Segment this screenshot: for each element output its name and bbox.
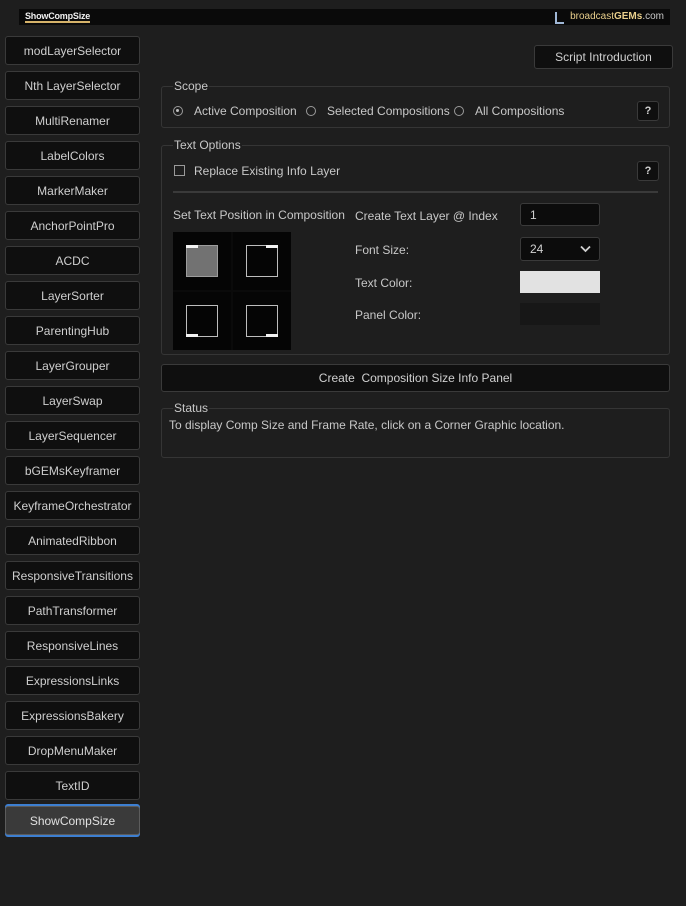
header-bar: ShowCompSize broadcastGEMs.com bbox=[19, 9, 670, 25]
corner-top-right[interactable] bbox=[233, 232, 291, 290]
sidebar-item-anchorpointpro[interactable]: AnchorPointPro bbox=[5, 211, 140, 240]
sidebar-item-multirenamer[interactable]: MultiRenamer bbox=[5, 106, 140, 135]
font-size-label: Font Size: bbox=[355, 243, 410, 257]
corner-top-left[interactable] bbox=[173, 232, 231, 290]
sidebar-item-label: AnimatedRibbon bbox=[28, 533, 117, 548]
logo-text: ShowCompSize bbox=[25, 11, 91, 21]
text-options-title: Text Options bbox=[173, 138, 242, 152]
broadcastgems-mark-icon bbox=[555, 12, 564, 24]
corner-bottom-left[interactable] bbox=[173, 292, 231, 350]
sidebar-item-label: LabelColors bbox=[40, 148, 105, 163]
sidebar-item-label: ResponsiveTransitions bbox=[12, 568, 133, 583]
text-color-label: Text Color: bbox=[355, 276, 413, 290]
status-title: Status bbox=[173, 401, 210, 415]
sidebar-item-showcompsize[interactable]: ShowCompSize bbox=[5, 806, 140, 835]
panel-color-label: Panel Color: bbox=[355, 308, 422, 322]
sidebar-item-modlayerselector[interactable]: modLayerSelector bbox=[5, 36, 140, 65]
logo-com: .com bbox=[642, 11, 664, 22]
layer-index-label: Create Text Layer @ Index bbox=[355, 209, 498, 223]
layer-index-input[interactable]: 1 bbox=[520, 203, 600, 226]
sidebar-item-parentinghub[interactable]: ParentingHub bbox=[5, 316, 140, 345]
sidebar-item-expressionsbakery[interactable]: ExpressionsBakery bbox=[5, 701, 140, 730]
status-panel: Status bbox=[161, 401, 670, 458]
sidebar-item-responsivelines[interactable]: ResponsiveLines bbox=[5, 631, 140, 660]
broadcastgems-logo: broadcastGEMs.com bbox=[570, 11, 664, 22]
text-color-swatch[interactable] bbox=[520, 271, 600, 293]
chevron-down-icon bbox=[580, 245, 591, 253]
sidebar-item-label: DropMenuMaker bbox=[27, 743, 118, 758]
sidebar-item-label: LayerGrouper bbox=[35, 358, 110, 373]
layer-index-value: 1 bbox=[530, 207, 537, 222]
sidebar-item-label: Nth LayerSelector bbox=[24, 78, 121, 93]
sidebar-item-dropmenumaker[interactable]: DropMenuMaker bbox=[5, 736, 140, 765]
sidebar-item-label: AnchorPointPro bbox=[30, 218, 115, 233]
font-size-value: 24 bbox=[530, 242, 544, 256]
radio-all-compositions-label: All Compositions bbox=[475, 104, 565, 118]
logo-gems: GEMs bbox=[613, 11, 643, 22]
sidebar-item-label: PathTransformer bbox=[27, 603, 118, 618]
sidebar-item-label: MarkerMaker bbox=[37, 183, 108, 198]
sidebar-item-responsivetransitions[interactable]: ResponsiveTransitions bbox=[5, 561, 140, 590]
sidebar-item-expressionslinks[interactable]: ExpressionsLinks bbox=[5, 666, 140, 695]
sidebar-item-label: ResponsiveLines bbox=[26, 638, 119, 653]
sidebar-item-labelcolors[interactable]: LabelColors bbox=[5, 141, 140, 170]
radio-selected-compositions-label: Selected Compositions bbox=[327, 104, 450, 118]
showcompsize-logo: ShowCompSize bbox=[25, 11, 91, 23]
sidebar-item-label: ExpressionsBakery bbox=[21, 708, 124, 723]
sidebar-item-label: MultiRenamer bbox=[35, 113, 110, 128]
sidebar-item-keyframeorchestrator[interactable]: KeyframeOrchestrator bbox=[5, 491, 140, 520]
help-icon: ? bbox=[644, 165, 652, 177]
script-introduction-label: Script Introduction bbox=[555, 50, 652, 64]
sidebar-item-label: bGEMsKeyframer bbox=[24, 463, 121, 478]
sidebar-item-label: LayerSequencer bbox=[28, 428, 117, 443]
replace-info-layer-label: Replace Existing Info Layer bbox=[194, 164, 341, 178]
script-introduction-button[interactable]: Script Introduction bbox=[534, 45, 673, 69]
panel-color-swatch[interactable] bbox=[520, 303, 600, 325]
sidebar-item-label: KeyframeOrchestrator bbox=[13, 498, 132, 513]
radio-active-composition[interactable] bbox=[173, 106, 183, 116]
sidebar-item-pathtransformer[interactable]: PathTransformer bbox=[5, 596, 140, 625]
text-position-label: Set Text Position in Composition bbox=[173, 208, 345, 222]
text-options-help-button[interactable]: ? bbox=[637, 161, 659, 181]
radio-all-compositions[interactable] bbox=[454, 106, 464, 116]
sidebar-item-animatedribbon[interactable]: AnimatedRibbon bbox=[5, 526, 140, 555]
divider bbox=[173, 191, 658, 193]
scope-title: Scope bbox=[173, 79, 210, 93]
sidebar-item-textid[interactable]: TextID bbox=[5, 771, 140, 800]
sidebar-item-label: LayerSorter bbox=[41, 288, 104, 303]
sidebar-item-label: ExpressionsLinks bbox=[25, 673, 120, 688]
sidebar-item-layergrouper[interactable]: LayerGrouper bbox=[5, 351, 140, 380]
corner-bottom-right[interactable] bbox=[233, 292, 291, 350]
sidebar-item-label: ACDC bbox=[55, 253, 90, 268]
sidebar-item-acdc[interactable]: ACDC bbox=[5, 246, 140, 275]
sidebar-item-markermaker[interactable]: MarkerMaker bbox=[5, 176, 140, 205]
logo-broadcast: broadcast bbox=[570, 11, 614, 22]
sidebar-item-label: LayerSwap bbox=[42, 393, 103, 408]
sidebar-item-label: modLayerSelector bbox=[23, 43, 122, 58]
font-size-dropdown[interactable]: 24 bbox=[520, 237, 600, 261]
create-info-panel-label: Create Composition Size Info Panel bbox=[318, 371, 513, 385]
sidebar-item-bgemskeyframer[interactable]: bGEMsKeyframer bbox=[5, 456, 140, 485]
sidebar-item-layersequencer[interactable]: LayerSequencer bbox=[5, 421, 140, 450]
create-info-panel-button[interactable]: Create Composition Size Info Panel bbox=[161, 364, 670, 392]
scope-help-button[interactable]: ? bbox=[637, 101, 659, 121]
help-icon: ? bbox=[644, 105, 652, 117]
radio-selected-compositions[interactable] bbox=[306, 106, 316, 116]
sidebar-item-layersorter[interactable]: LayerSorter bbox=[5, 281, 140, 310]
status-text: To display Comp Size and Frame Rate, cli… bbox=[169, 418, 565, 432]
replace-info-layer-checkbox[interactable] bbox=[174, 165, 185, 176]
sidebar-item-nth-layerselector[interactable]: Nth LayerSelector bbox=[5, 71, 140, 100]
sidebar-item-layerswap[interactable]: LayerSwap bbox=[5, 386, 140, 415]
sidebar-item-label: ShowCompSize bbox=[29, 813, 116, 828]
corner-position-grid bbox=[173, 232, 291, 350]
sidebar-item-label: TextID bbox=[55, 778, 90, 793]
sidebar-item-label: ParentingHub bbox=[35, 323, 110, 338]
radio-active-composition-label: Active Composition bbox=[194, 104, 297, 118]
